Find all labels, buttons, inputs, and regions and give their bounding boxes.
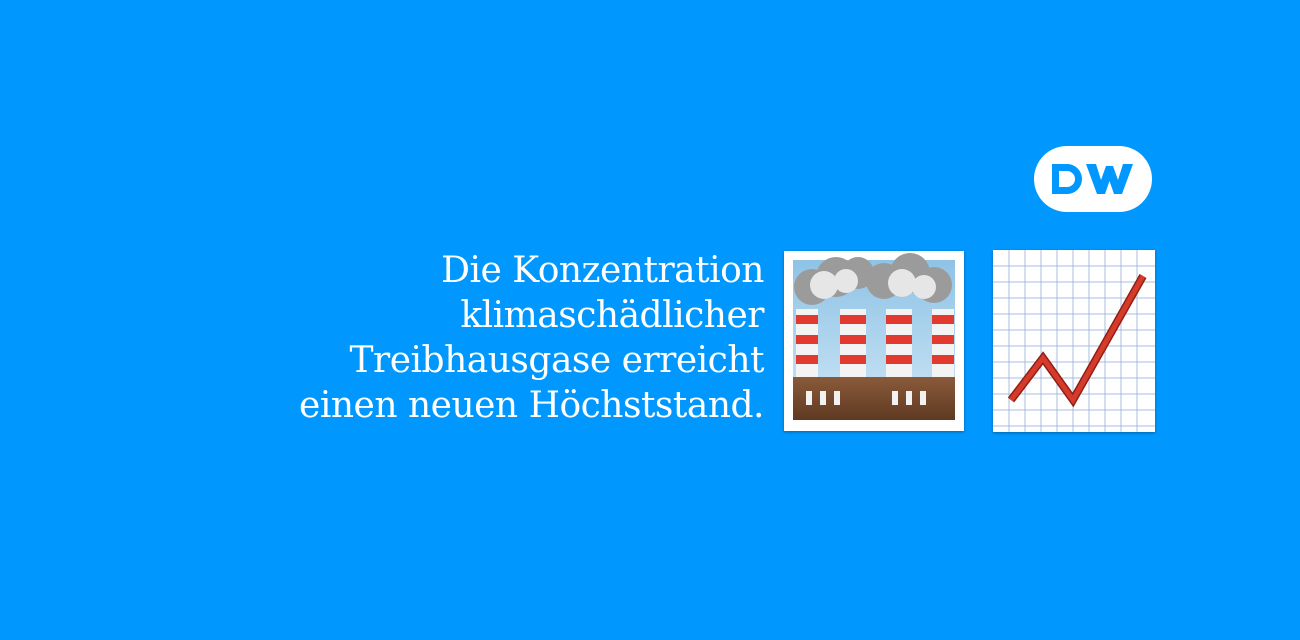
dw-logo <box>1034 146 1152 212</box>
headline-line-2: klimaschädlicher <box>460 295 764 336</box>
headline-line-4: einen neuen Höchststand. <box>299 385 764 426</box>
post-canvas: Die Konzentration klimaschädlicher Treib… <box>0 0 1300 640</box>
headline: Die Konzentration klimaschädlicher Treib… <box>160 248 764 428</box>
headline-line-3: Treibhausgase erreicht <box>349 340 765 381</box>
headline-line-1: Die Konzentration <box>441 250 764 291</box>
chart-increasing-emoji-icon <box>993 250 1155 432</box>
factory-emoji-icon <box>784 251 964 431</box>
